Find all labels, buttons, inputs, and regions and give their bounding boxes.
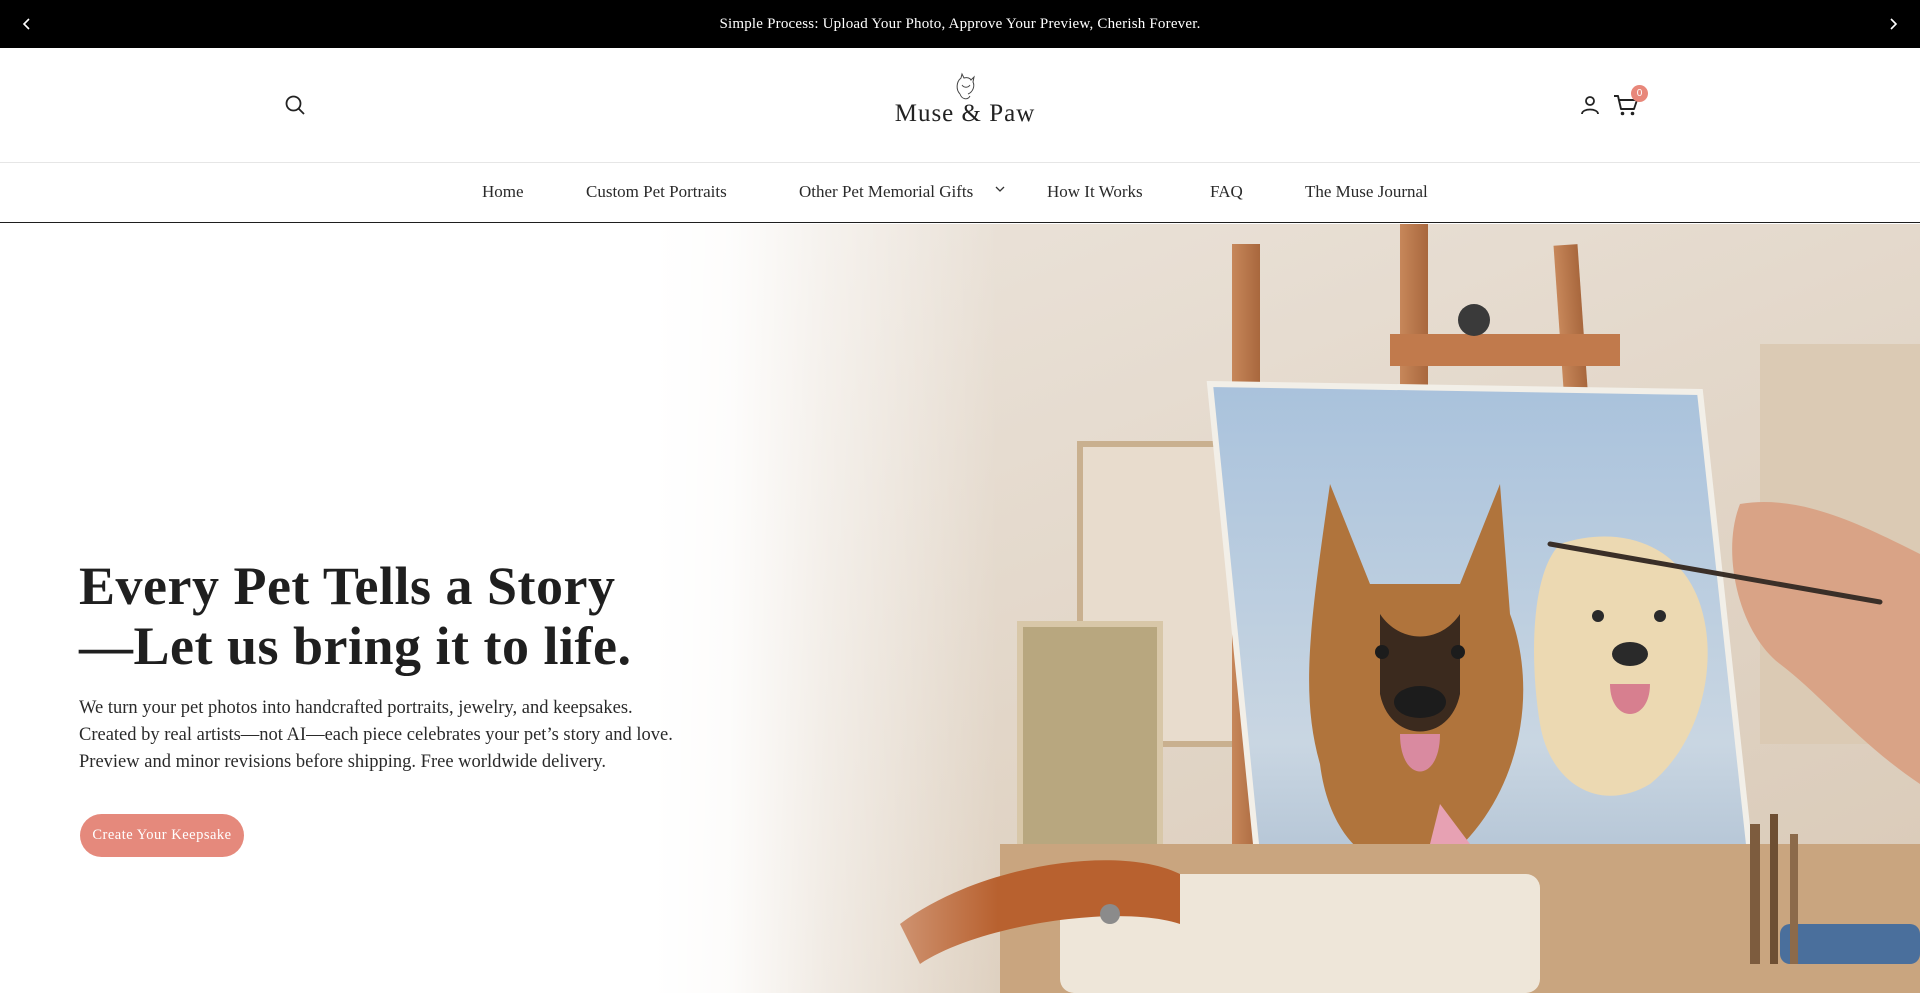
chevron-down-icon[interactable] [993, 182, 1007, 196]
nav-item-custom-pet-portraits[interactable]: Custom Pet Portraits [586, 182, 727, 202]
create-keepsake-button[interactable]: Create Your Keepsake [80, 814, 244, 857]
hero-banner: Every Pet Tells a Story —Let us bring it… [0, 224, 1920, 993]
logo-text: Muse & Paw [894, 100, 1036, 127]
main-navigation: Home Custom Pet Portraits Other Pet Memo… [0, 164, 1920, 223]
hero-subtitle-line-1: We turn your pet photos into handcrafted… [79, 698, 633, 718]
user-icon[interactable] [1578, 93, 1602, 117]
hero-title: Every Pet Tells a Story —Let us bring it… [79, 556, 779, 676]
nav-item-other-pet-memorial-gifts[interactable]: Other Pet Memorial Gifts [799, 182, 973, 202]
hero-subtitle-line-2: Created by real artists—not AI—each piec… [79, 725, 673, 745]
cart-count-badge: 0 [1631, 85, 1648, 102]
nav-item-faq[interactable]: FAQ [1210, 182, 1243, 202]
search-icon[interactable] [283, 93, 307, 117]
cat-dog-logo-icon [956, 72, 975, 100]
site-header: Muse & Paw 0 [0, 48, 1920, 163]
chevron-right-icon[interactable] [1881, 12, 1905, 36]
hero-subtitle-line-3: Preview and minor revisions before shipp… [79, 752, 606, 772]
nav-item-the-muse-journal[interactable]: The Muse Journal [1305, 182, 1428, 202]
site-logo[interactable]: Muse & Paw [880, 70, 1050, 132]
announcement-bar: Simple Process: Upload Your Photo, Appro… [0, 0, 1920, 48]
hero-title-line-1: Every Pet Tells a Story [79, 556, 616, 616]
nav-item-home[interactable]: Home [482, 182, 524, 202]
hero-title-line-2: —Let us bring it to life. [79, 616, 632, 676]
announcement-text: Simple Process: Upload Your Photo, Appro… [719, 15, 1201, 32]
chevron-left-icon[interactable] [15, 12, 39, 36]
nav-item-how-it-works[interactable]: How It Works [1047, 182, 1143, 202]
hero-subtitle: We turn your pet photos into handcrafted… [79, 695, 759, 776]
